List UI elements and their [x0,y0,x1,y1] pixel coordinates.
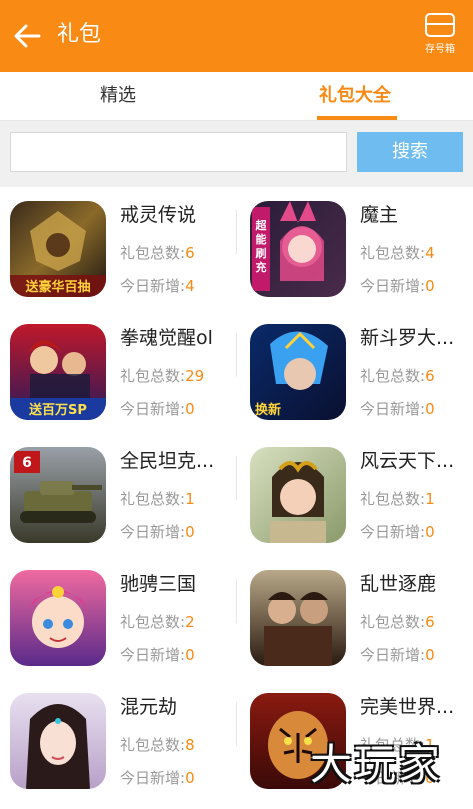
gift-grid: 送豪华百抽 戒灵传说 礼包总数:6 今日新增:4 超 能 刷 充 魔主 礼包总数 [0,188,473,809]
game-name: 乱世逐鹿 [360,573,437,595]
gift-total: 礼包总数:6 [120,244,195,262]
column-divider [236,333,237,377]
svg-text:能: 能 [256,232,267,246]
game-icon-luanshizhulu [250,570,346,666]
gift-item[interactable]: 风云天下... 礼包总数:1 今日新增:0 [240,434,473,557]
column-divider [236,210,237,254]
gift-today: 今日新增:0 [120,523,195,541]
game-icon-fengyuntianxia [250,447,346,543]
game-name: 完美世界... [360,696,455,718]
game-icon-mozhu: 超 能 刷 充 [250,201,346,297]
gift-today: 今日新增:0 [120,400,195,418]
svg-text:刷: 刷 [256,247,267,260]
game-name: 戒灵传说 [120,204,197,226]
gift-today: 今日新增:0 [360,523,435,541]
gift-item[interactable]: 乱世逐鹿 礼包总数:6 今日新增:0 [240,557,473,680]
game-name: 拳魂觉醒ol [120,327,213,349]
gift-total: 礼包总数:6 [360,367,435,385]
search-button[interactable]: 搜索 [357,132,463,172]
game-name: 新斗罗大... [360,327,455,349]
gift-today: 今日新增:0 [120,646,195,664]
gift-item[interactable]: 送豪华百抽 戒灵传说 礼包总数:6 今日新增:4 [0,188,236,311]
gift-item[interactable]: 6 全民坦克... 礼包总数:1 今日新增:0 [0,434,236,557]
svg-text:充: 充 [256,260,267,274]
gift-total: 礼包总数:1 [120,490,195,508]
game-icon-xindouluo: 换新 [250,324,346,420]
tab-all-gifts[interactable]: 礼包大全 [237,72,473,120]
gift-today: 今日新增:4 [120,277,195,295]
account-box-button[interactable]: 存号箱 [418,12,462,62]
active-tab-indicator [317,116,397,120]
watermark-text: 大玩家 [310,740,443,789]
gift-total: 礼包总数:1 [360,490,435,508]
gift-item[interactable]: 驰骋三国 礼包总数:2 今日新增:0 [0,557,236,680]
back-arrow-icon [14,24,41,48]
gift-today: 今日新增:0 [360,400,435,418]
column-divider [236,579,237,623]
game-icon-quanmintanke: 6 [10,447,106,543]
gift-total: 礼包总数:2 [120,613,195,631]
game-name: 全民坦克... [120,450,215,472]
tab-bar: 精选 礼包大全 [0,72,473,121]
column-divider [236,456,237,500]
svg-text:6: 6 [22,455,32,471]
svg-text:换新: 换新 [255,402,281,418]
gift-total: 礼包总数:6 [360,613,435,631]
account-box-label: 存号箱 [425,44,455,55]
game-name: 混元劫 [120,696,178,718]
back-button[interactable] [10,18,46,54]
gift-item[interactable]: 混元劫 礼包总数:8 今日新增:0 [0,680,236,803]
page-title: 礼包 [57,22,102,47]
svg-text:超: 超 [255,218,268,232]
column-divider [236,702,237,746]
top-bar: 礼包 存号箱 [0,0,473,72]
gift-today: 今日新增:0 [360,277,435,295]
game-name: 魔主 [360,204,399,226]
gift-total: 礼包总数:29 [120,367,205,385]
box-icon [425,13,455,37]
gift-total: 礼包总数:4 [360,244,435,262]
game-icon-jielingchuanshuo: 送豪华百抽 [10,201,106,297]
game-icon-chichengsanguo [10,570,106,666]
gift-item[interactable]: 换新 新斗罗大... 礼包总数:6 今日新增:0 [240,311,473,434]
gift-item[interactable]: 送百万SP 拳魂觉醒ol 礼包总数:29 今日新增:0 [0,311,236,434]
svg-text:送豪华百抽: 送豪华百抽 [24,279,90,295]
gift-item[interactable]: 超 能 刷 充 魔主 礼包总数:4 今日新增:0 [240,188,473,311]
search-bar: 搜索 [0,121,473,187]
tab-featured[interactable]: 精选 [0,72,236,120]
svg-text:送百万SP: 送百万SP [28,402,87,418]
gift-today: 今日新增:0 [360,646,435,664]
game-name: 驰骋三国 [120,573,197,595]
game-icon-quanhunjuexing: 送百万SP [10,324,106,420]
game-icon-hunyuanjie [10,693,106,789]
search-input[interactable] [10,132,347,172]
gift-today: 今日新增:0 [120,769,195,787]
gift-total: 礼包总数:8 [120,736,195,754]
game-name: 风云天下... [360,450,455,472]
